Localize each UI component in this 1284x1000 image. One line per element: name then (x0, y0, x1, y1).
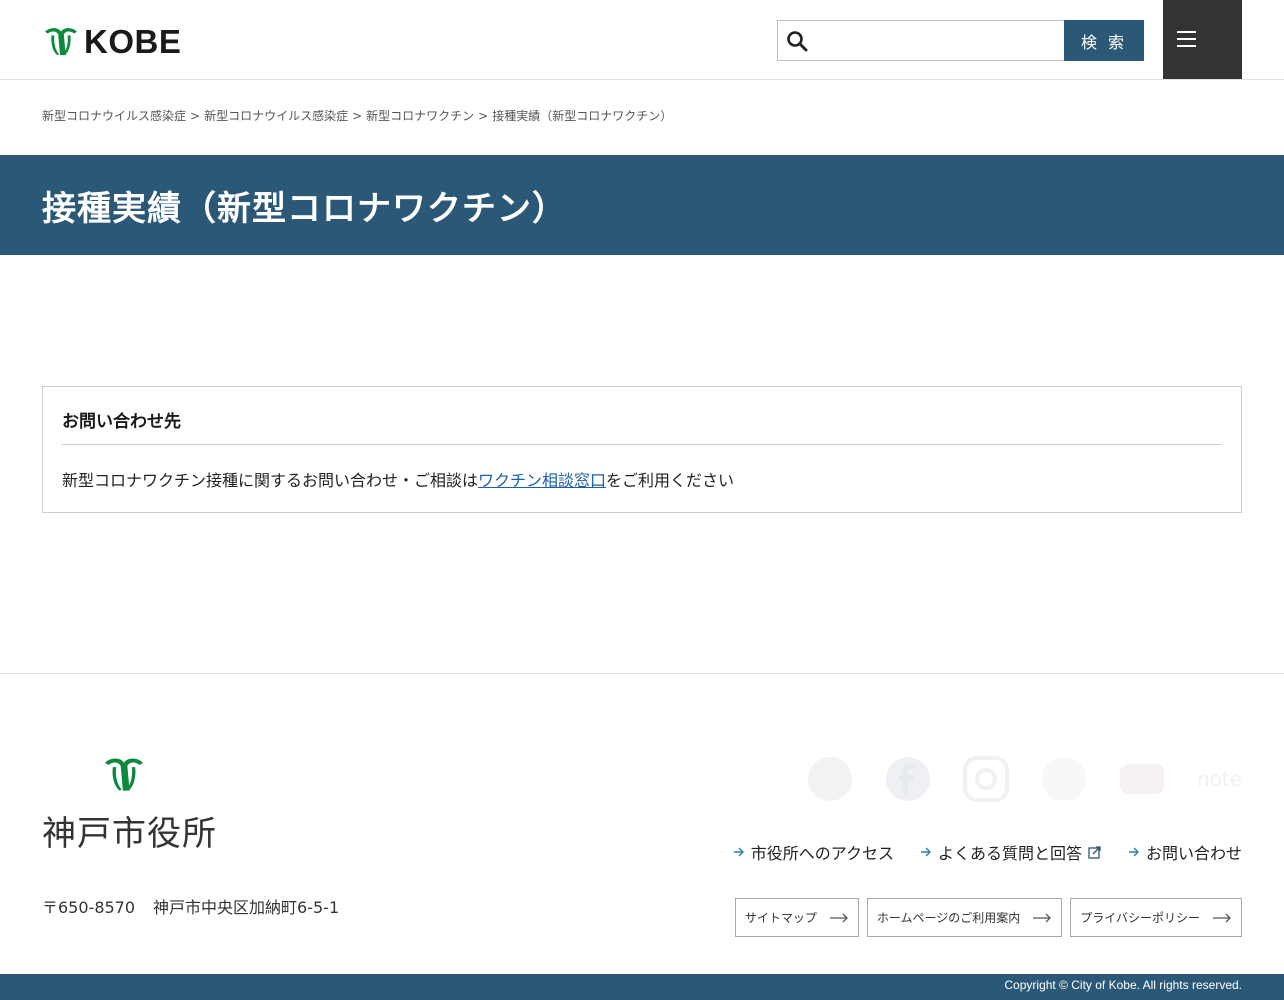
footer-divider (0, 673, 1284, 674)
contact-text-after: をご利用ください (606, 471, 735, 490)
search-icon (787, 31, 808, 52)
breadcrumb: 新型コロナウイルス感染症 > 新型コロナウイルス感染症 > 新型コロナワクチン > 接種実績… (42, 107, 672, 124)
contact-text: 新型コロナワクチン接種に関するお問い合わせ・ご相談はワクチン相談窓口をご利用くだ… (62, 467, 734, 491)
note-link[interactable]: note (1192, 754, 1242, 804)
footer-buttons: サイトマップ ホームページのご利用案内 プライバシーポリシー (734, 898, 1242, 937)
youtube-icon (1120, 764, 1164, 794)
kobe-emblem-icon (105, 758, 143, 791)
footer-links: 市役所へのアクセス よくある質問と回答 お問い合わせ (733, 840, 1242, 864)
search-box (777, 20, 1065, 61)
postal-code: 〒650-8570 (42, 898, 136, 917)
arrow-right-icon (733, 847, 744, 857)
contact-divider (62, 444, 1222, 445)
breadcrumb-current: 接種実績（新型コロナワクチン） (492, 109, 673, 123)
street-address: 神戸市中央区加納町6-5-1 (153, 898, 340, 917)
instagram-icon (963, 756, 1009, 802)
site-header: KOBE 検 索 (0, 0, 1284, 80)
copyright-text: Copyright © City of Kobe. All rights res… (1004, 978, 1242, 992)
long-arrow-right-icon (1213, 913, 1231, 922)
contact-link[interactable]: お問い合わせ (1128, 840, 1242, 864)
arrow-right-icon (920, 847, 931, 857)
button-label: プライバシーポリシー (1080, 911, 1200, 925)
kobe-logo[interactable]: KOBE (42, 23, 182, 60)
breadcrumb-separator: > (478, 109, 489, 123)
breadcrumb-item[interactable]: 新型コロナウイルス感染症 (42, 109, 186, 123)
logo-text: KOBE (84, 23, 182, 60)
breadcrumb-item[interactable]: 新型コロナウイルス感染症 (204, 109, 348, 123)
instagram-link[interactable] (961, 754, 1011, 804)
faq-link[interactable]: よくある質問と回答 (920, 840, 1102, 864)
arrow-right-icon (1128, 847, 1139, 857)
note-icon: note (1197, 767, 1241, 791)
button-label: ホームページのご利用案内 (876, 911, 1021, 925)
contact-text-before: 新型コロナワクチン接種に関するお問い合わせ・ご相談は (62, 471, 479, 490)
long-arrow-right-icon (829, 913, 848, 922)
line-link[interactable] (805, 754, 855, 804)
svg-text:note: note (1197, 767, 1241, 791)
contact-box: お問い合わせ先 新型コロナワクチン接種に関するお問い合わせ・ご相談はワクチン相談… (42, 386, 1242, 513)
line-icon (808, 757, 852, 801)
youtube-link[interactable] (1117, 754, 1167, 804)
search-button[interactable]: 検 索 (1064, 20, 1144, 61)
kobe-emblem-icon (45, 28, 77, 56)
copyright-bar: Copyright © City of Kobe. All rights res… (0, 974, 1284, 1000)
twitter-link[interactable] (1039, 754, 1089, 804)
access-link[interactable]: 市役所へのアクセス (733, 840, 894, 864)
org-name: 神戸市役所 (42, 814, 217, 854)
footer-address: 〒650-8570 神戸市中央区加納町6-5-1 (42, 894, 339, 918)
external-link-icon (1088, 846, 1101, 859)
sitemap-button[interactable]: サイトマップ (734, 898, 859, 937)
footer-link-label: よくある質問と回答 (937, 844, 1082, 863)
long-arrow-right-icon (1033, 913, 1052, 922)
button-label: サイトマップ (744, 911, 817, 925)
title-band: 接種実績（新型コロナワクチン） (0, 155, 1284, 255)
footer-link-label: 市役所へのアクセス (750, 844, 894, 863)
site-guide-button[interactable]: ホームページのご利用案内 (866, 898, 1063, 937)
contact-heading: お問い合わせ先 (62, 412, 181, 432)
facebook-link[interactable] (883, 754, 933, 804)
menu-button[interactable] (1163, 0, 1242, 79)
twitter-icon (1042, 757, 1086, 801)
vaccine-consultation-link[interactable]: ワクチン相談窓口 (478, 471, 606, 490)
breadcrumb-item[interactable]: 新型コロナワクチン (366, 109, 474, 123)
privacy-policy-button[interactable]: プライバシーポリシー (1070, 898, 1242, 937)
breadcrumb-separator: > (352, 109, 363, 123)
facebook-icon (886, 757, 930, 801)
breadcrumb-separator: > (190, 109, 201, 123)
page-title: 接種実績（新型コロナワクチン） (42, 189, 567, 229)
search-input[interactable] (814, 21, 1060, 60)
hamburger-icon (1177, 31, 1196, 33)
footer-link-label: お問い合わせ (1145, 844, 1242, 863)
